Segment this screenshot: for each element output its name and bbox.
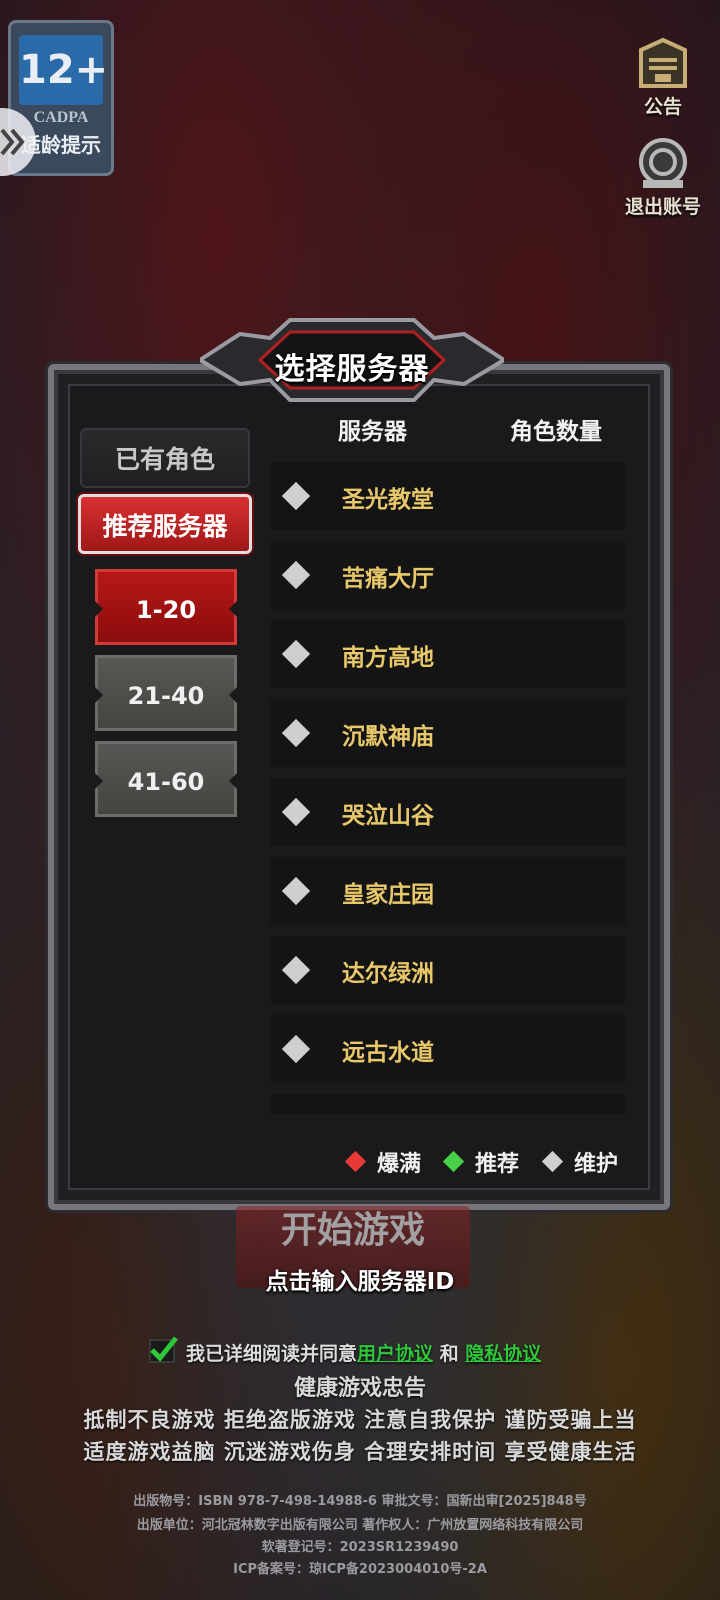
server-name: 沉默神庙	[342, 724, 434, 750]
server-name: 远古水道	[342, 1040, 434, 1066]
legend-full: 爆满	[344, 1146, 422, 1178]
column-header-server: 服务器	[338, 419, 407, 445]
notice-label: 公告	[643, 96, 682, 118]
legal-publisher: 出版单位：河北冠林数字出版有限公司 著作权人：广州放置网络科技有限公司	[136, 1518, 584, 1533]
tab-owned-roles[interactable]: 已有角色	[80, 428, 250, 488]
server-row[interactable]: 皇家庄园	[270, 857, 626, 925]
maintenance-diamond-icon	[281, 481, 311, 511]
server-name: 哭泣山谷	[342, 803, 434, 829]
server-name: 苦痛大厅	[342, 566, 434, 592]
user-agreement-link[interactable]: 用户协议	[357, 1343, 433, 1365]
legal-icp-number: ICP备案号：琼ICP备2023004010号-2A	[233, 1562, 487, 1577]
server-name: 达尔绿洲	[342, 961, 434, 987]
notice-icon	[639, 37, 687, 88]
server-row[interactable]: 苦痛大厅	[270, 541, 626, 609]
legend-recommended: 推荐	[442, 1146, 520, 1178]
range-tab-41-60[interactable]: 41-60	[92, 738, 240, 820]
logout-label: 退出账号	[624, 196, 701, 218]
maintenance-diamond-icon	[281, 639, 311, 669]
server-row[interactable]: 哭泣山谷	[270, 778, 626, 846]
server-id-input-prompt[interactable]: 点击输入服务器ID	[0, 1262, 720, 1296]
legend-full-label: 爆满	[377, 1152, 422, 1177]
server-row[interactable]: 达尔绿洲	[270, 936, 626, 1004]
agreement-prefix: 我已详细阅读并同意	[186, 1343, 358, 1365]
maintenance-diamond-icon	[281, 955, 311, 985]
server-row[interactable]: 沉默神庙	[270, 699, 626, 767]
server-name: 圣光教堂	[342, 487, 434, 513]
logout-icon	[639, 138, 687, 188]
start-game-label: 开始游戏	[280, 1210, 425, 1251]
server-name: 皇家庄园	[342, 882, 434, 908]
maintenance-diamond-icon	[541, 1150, 564, 1173]
dialog-title-plate: 选择服务器	[200, 314, 504, 406]
legend-maintenance-label: 维护	[574, 1152, 619, 1177]
server-row[interactable]: 南方高地	[270, 620, 626, 688]
age-rating-number: 12+	[19, 35, 108, 105]
legend-maintenance: 维护	[541, 1146, 619, 1178]
maintenance-diamond-icon	[281, 560, 311, 590]
legal-publication-number: 出版物号：ISBN 978-7-498-14988-6 审批文号：国新出审[20…	[133, 1494, 587, 1509]
checkbox-checked-icon[interactable]	[146, 1336, 178, 1366]
agreement-row: 我已详细阅读并同意用户协议 和 隐私协议	[146, 1336, 541, 1366]
maintenance-diamond-icon	[281, 876, 311, 906]
server-name: 南方高地	[342, 645, 434, 671]
legal-software-copyright: 软著登记号：2023SR1239490	[261, 1540, 459, 1555]
notice-button[interactable]: 公告	[618, 36, 708, 119]
maintenance-diamond-icon	[281, 718, 311, 748]
health-advice-line-1: 抵制不良游戏 拒绝盗版游戏 注意自我保护 谨防受骗上当	[83, 1408, 637, 1432]
server-row[interactable]: 远古水道	[270, 1015, 626, 1083]
health-advice-title: 健康游戏忠告	[293, 1376, 426, 1401]
legend-recommended-label: 推荐	[475, 1152, 520, 1177]
server-list[interactable]: 圣光教堂 苦痛大厅 南方高地 沉默神庙 哭泣山谷 皇家庄园 达尔绿洲 远古水道	[270, 462, 628, 1114]
privacy-policy-link[interactable]: 隐私协议	[465, 1343, 541, 1365]
maintenance-diamond-icon	[281, 797, 311, 827]
agreement-and: 和	[439, 1343, 459, 1365]
recommended-diamond-icon	[442, 1150, 465, 1173]
maintenance-diamond-icon	[281, 1034, 311, 1064]
tab-recommended-servers[interactable]: 推荐服务器	[78, 494, 252, 554]
dialog-title: 选择服务器	[274, 352, 430, 387]
full-diamond-icon	[344, 1150, 367, 1173]
server-row-partial[interactable]	[270, 1094, 626, 1114]
range-tab-21-40[interactable]: 21-40	[92, 652, 240, 734]
double-chevron-right-icon	[0, 128, 25, 156]
health-advice-line-2: 适度游戏益脑 沉迷游戏伤身 合理安排时间 享受健康生活	[83, 1440, 637, 1464]
column-header-role-count: 角色数量	[510, 419, 602, 445]
logout-button[interactable]: 退出账号	[618, 136, 708, 219]
range-tab-1-20[interactable]: 1-20	[92, 566, 240, 648]
server-row[interactable]: 圣光教堂	[270, 462, 626, 530]
